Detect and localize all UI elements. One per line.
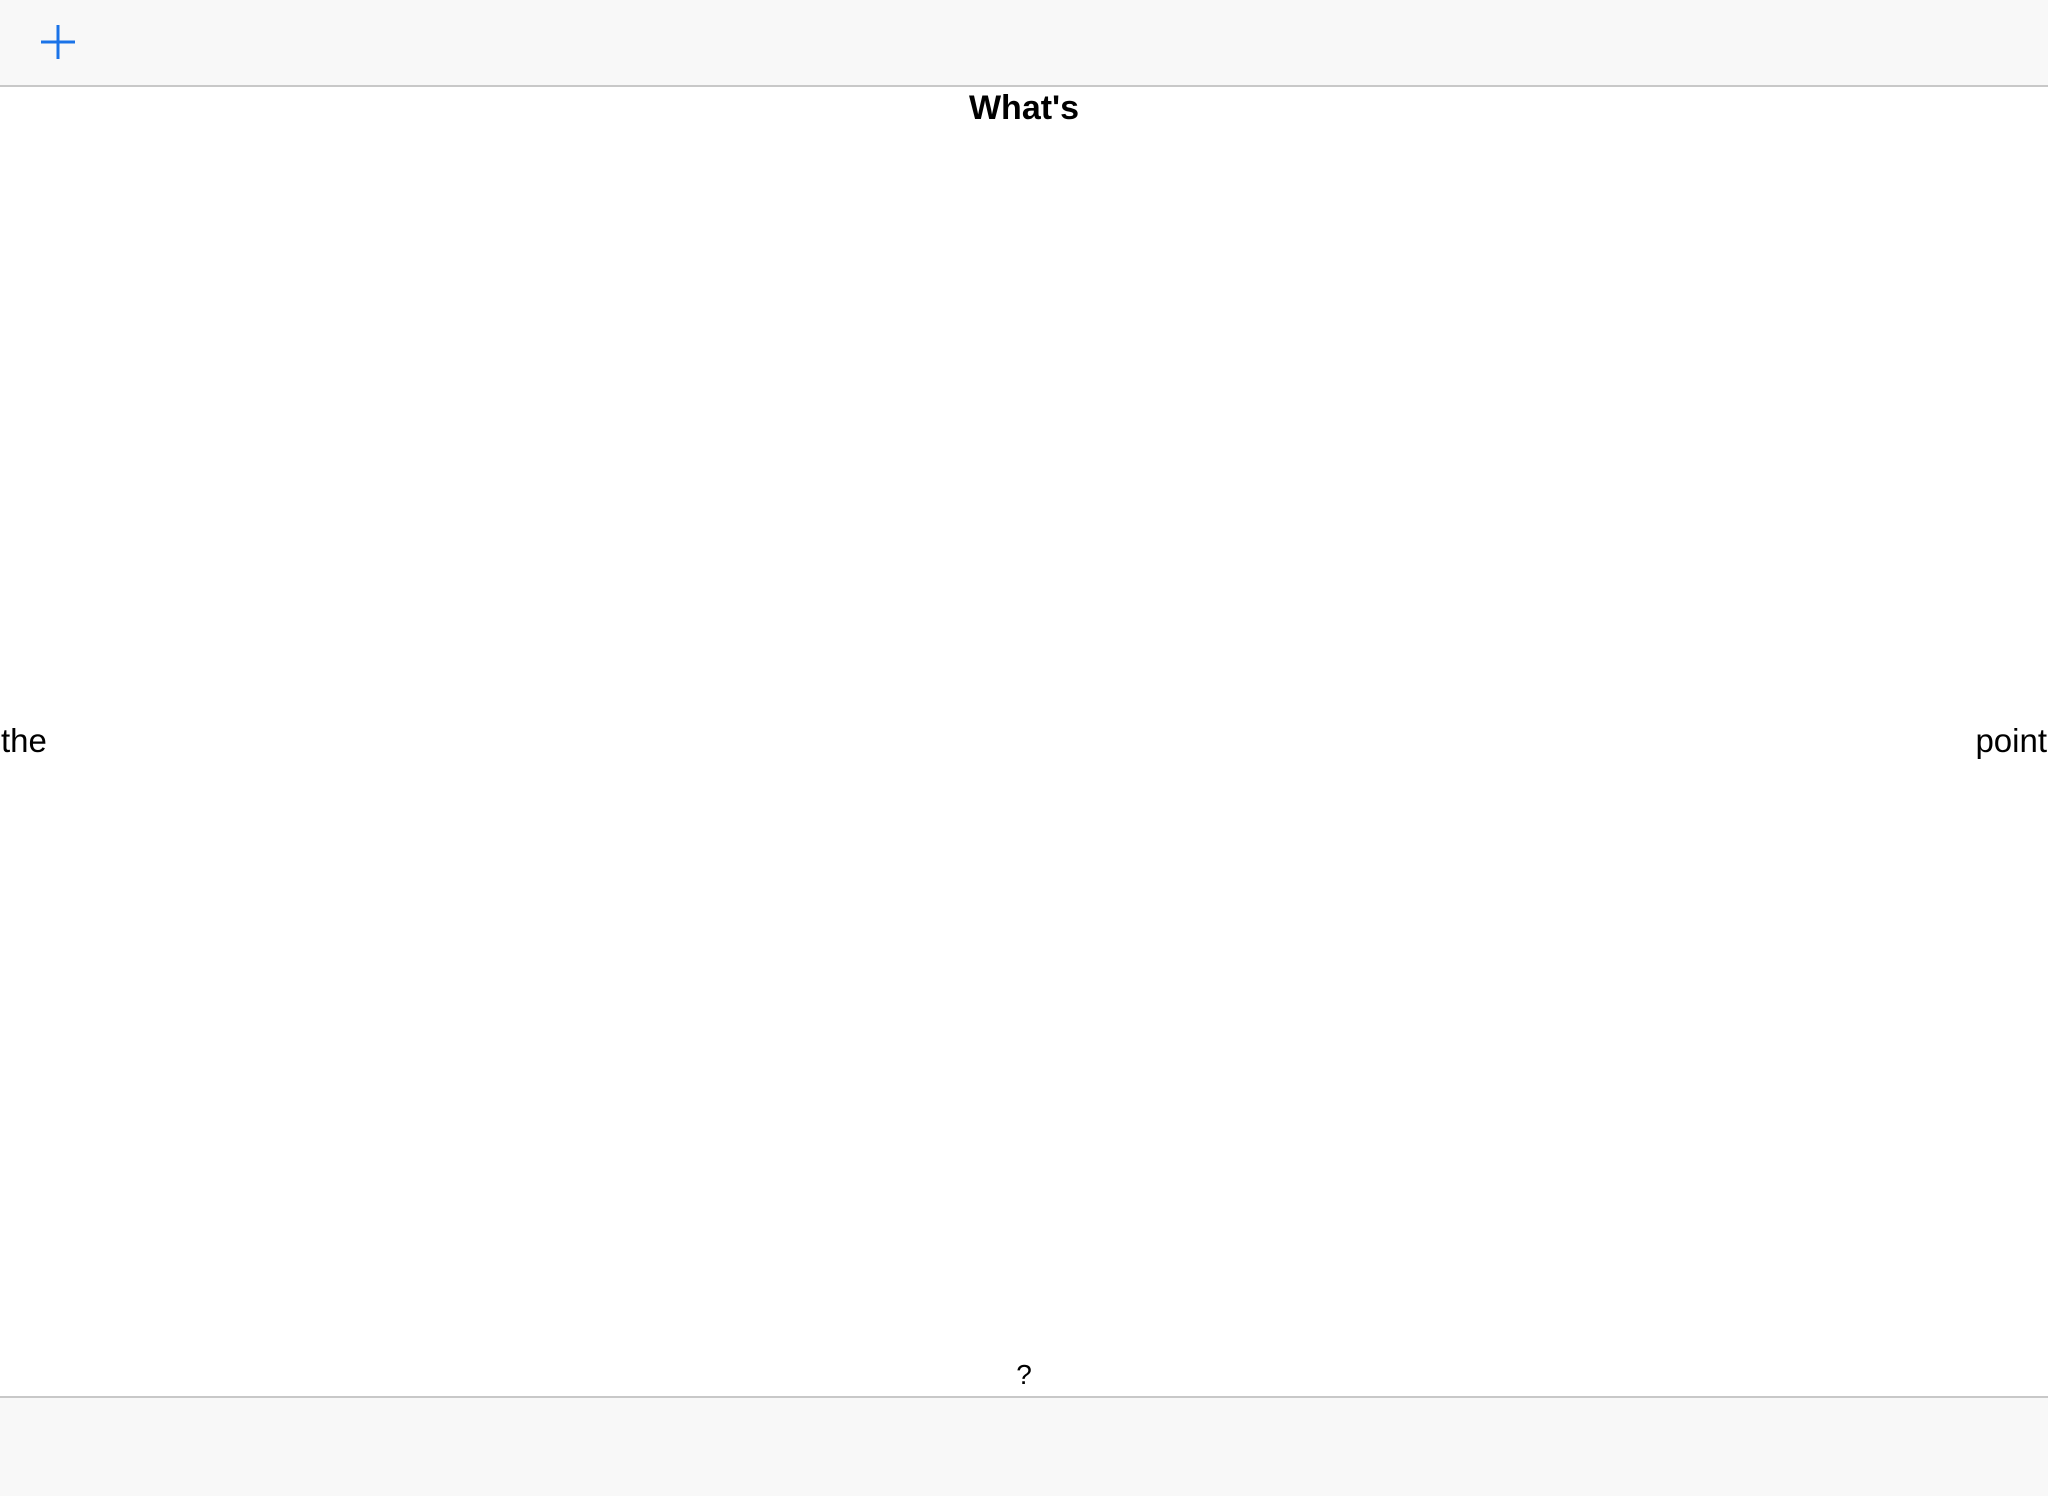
left-word-label: the: [1, 722, 47, 759]
top-word-label: What's: [968, 89, 1080, 127]
right-word-label: point: [1975, 722, 2047, 759]
plus-icon: [41, 25, 75, 59]
app-window: What's the point ?: [0, 0, 2048, 1496]
navigation-bar: [0, 0, 2048, 87]
content-area: What's the point ?: [0, 87, 2048, 1396]
add-button[interactable]: [30, 14, 86, 70]
bottom-toolbar: [0, 1396, 2048, 1496]
bottom-word-label: ?: [1016, 1359, 1032, 1390]
